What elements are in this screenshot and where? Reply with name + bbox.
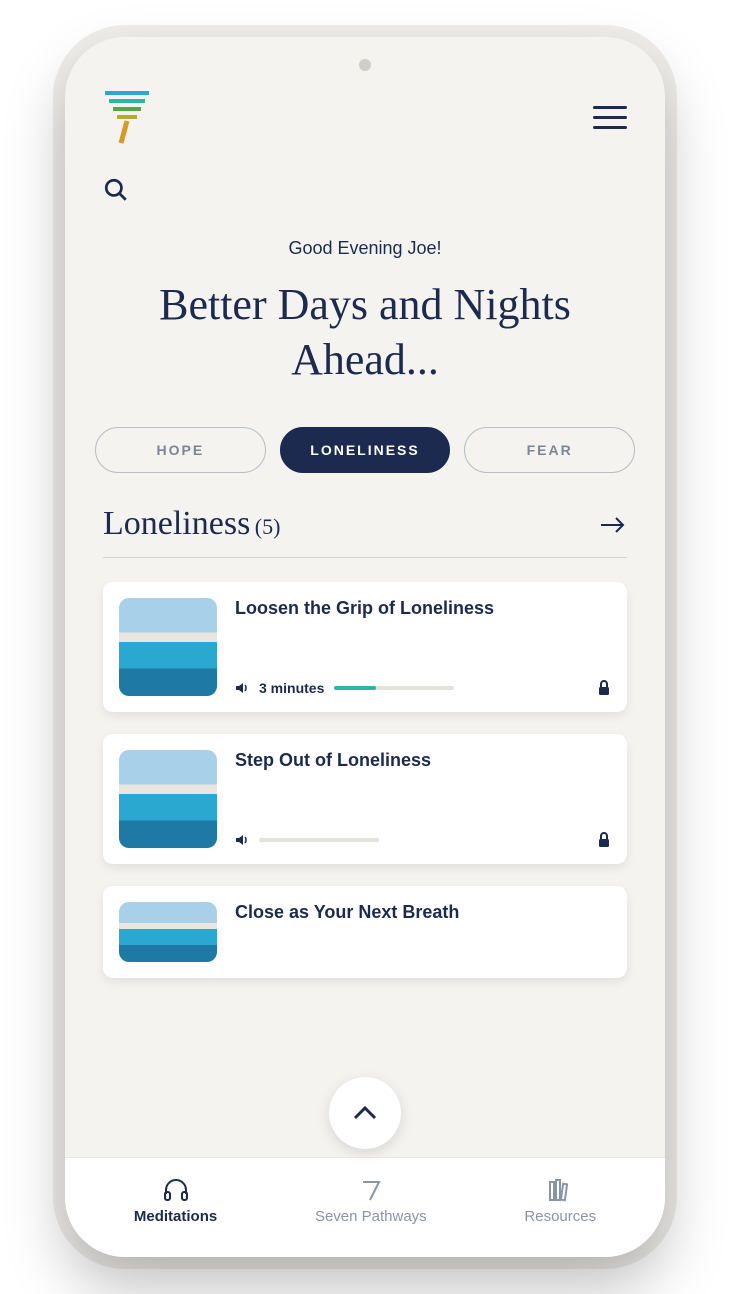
tab-seven-pathways[interactable]: Seven Pathways <box>315 1178 427 1225</box>
top-bar <box>65 87 665 167</box>
arrow-right-icon[interactable] <box>599 516 627 534</box>
meditation-card[interactable]: Close as Your Next Breath <box>103 886 627 978</box>
card-thumbnail <box>119 750 217 848</box>
seven-icon <box>358 1178 384 1202</box>
category-chips: HOPE LONELINESS FEAR <box>65 427 665 505</box>
app-screen: Good Evening Joe! Better Days and Nights… <box>65 37 665 1257</box>
card-footer: 3 minutes <box>235 680 611 696</box>
section-header: Loneliness (5) <box>103 505 627 558</box>
meditation-card[interactable]: Step Out of Loneliness <box>103 734 627 864</box>
lock-icon <box>597 680 611 696</box>
section-count: (5) <box>255 514 281 539</box>
scroll-up-button[interactable] <box>329 1077 401 1149</box>
card-title: Close as Your Next Breath <box>235 902 611 923</box>
tab-label: Resources <box>524 1208 596 1225</box>
card-title: Step Out of Loneliness <box>235 750 611 771</box>
menu-button[interactable] <box>593 106 627 129</box>
tab-label: Seven Pathways <box>315 1208 427 1225</box>
progress-bar <box>259 838 379 842</box>
section-title: Loneliness <box>103 505 250 542</box>
bottom-tab-bar: Meditations Seven Pathways Resources <box>65 1157 665 1257</box>
meditation-card[interactable]: Loosen the Grip of Loneliness 3 minutes <box>103 582 627 712</box>
phone-frame: Good Evening Joe! Better Days and Nights… <box>65 37 665 1257</box>
audio-icon <box>235 833 249 847</box>
tab-meditations[interactable]: Meditations <box>134 1178 217 1225</box>
hero-section: Good Evening Joe! Better Days and Nights… <box>65 167 665 427</box>
tab-resources[interactable]: Resources <box>524 1178 596 1225</box>
card-body: Close as Your Next Breath <box>235 902 611 962</box>
books-icon <box>547 1178 573 1202</box>
chip-loneliness[interactable]: LONELINESS <box>280 427 451 473</box>
headline-text: Better Days and Nights Ahead... <box>103 277 627 387</box>
greeting-text: Good Evening Joe! <box>103 238 627 259</box>
chip-hope[interactable]: HOPE <box>95 427 266 473</box>
chip-fear[interactable]: FEAR <box>464 427 635 473</box>
duration-text: 3 minutes <box>259 680 324 696</box>
card-footer <box>235 832 611 848</box>
card-thumbnail <box>119 902 217 962</box>
card-body: Loosen the Grip of Loneliness 3 minutes <box>235 598 611 696</box>
headphones-icon <box>163 1178 189 1202</box>
app-logo-icon <box>103 87 153 147</box>
progress-fill <box>334 686 376 690</box>
chevron-up-icon <box>351 1104 379 1122</box>
lock-icon <box>597 832 611 848</box>
search-icon[interactable] <box>103 177 129 203</box>
card-body: Step Out of Loneliness <box>235 750 611 848</box>
card-title: Loosen the Grip of Loneliness <box>235 598 611 619</box>
audio-icon <box>235 681 249 695</box>
meditation-list: Loosen the Grip of Loneliness 3 minutes <box>65 582 665 1157</box>
progress-bar <box>334 686 454 690</box>
card-thumbnail <box>119 598 217 696</box>
tab-label: Meditations <box>134 1208 217 1225</box>
